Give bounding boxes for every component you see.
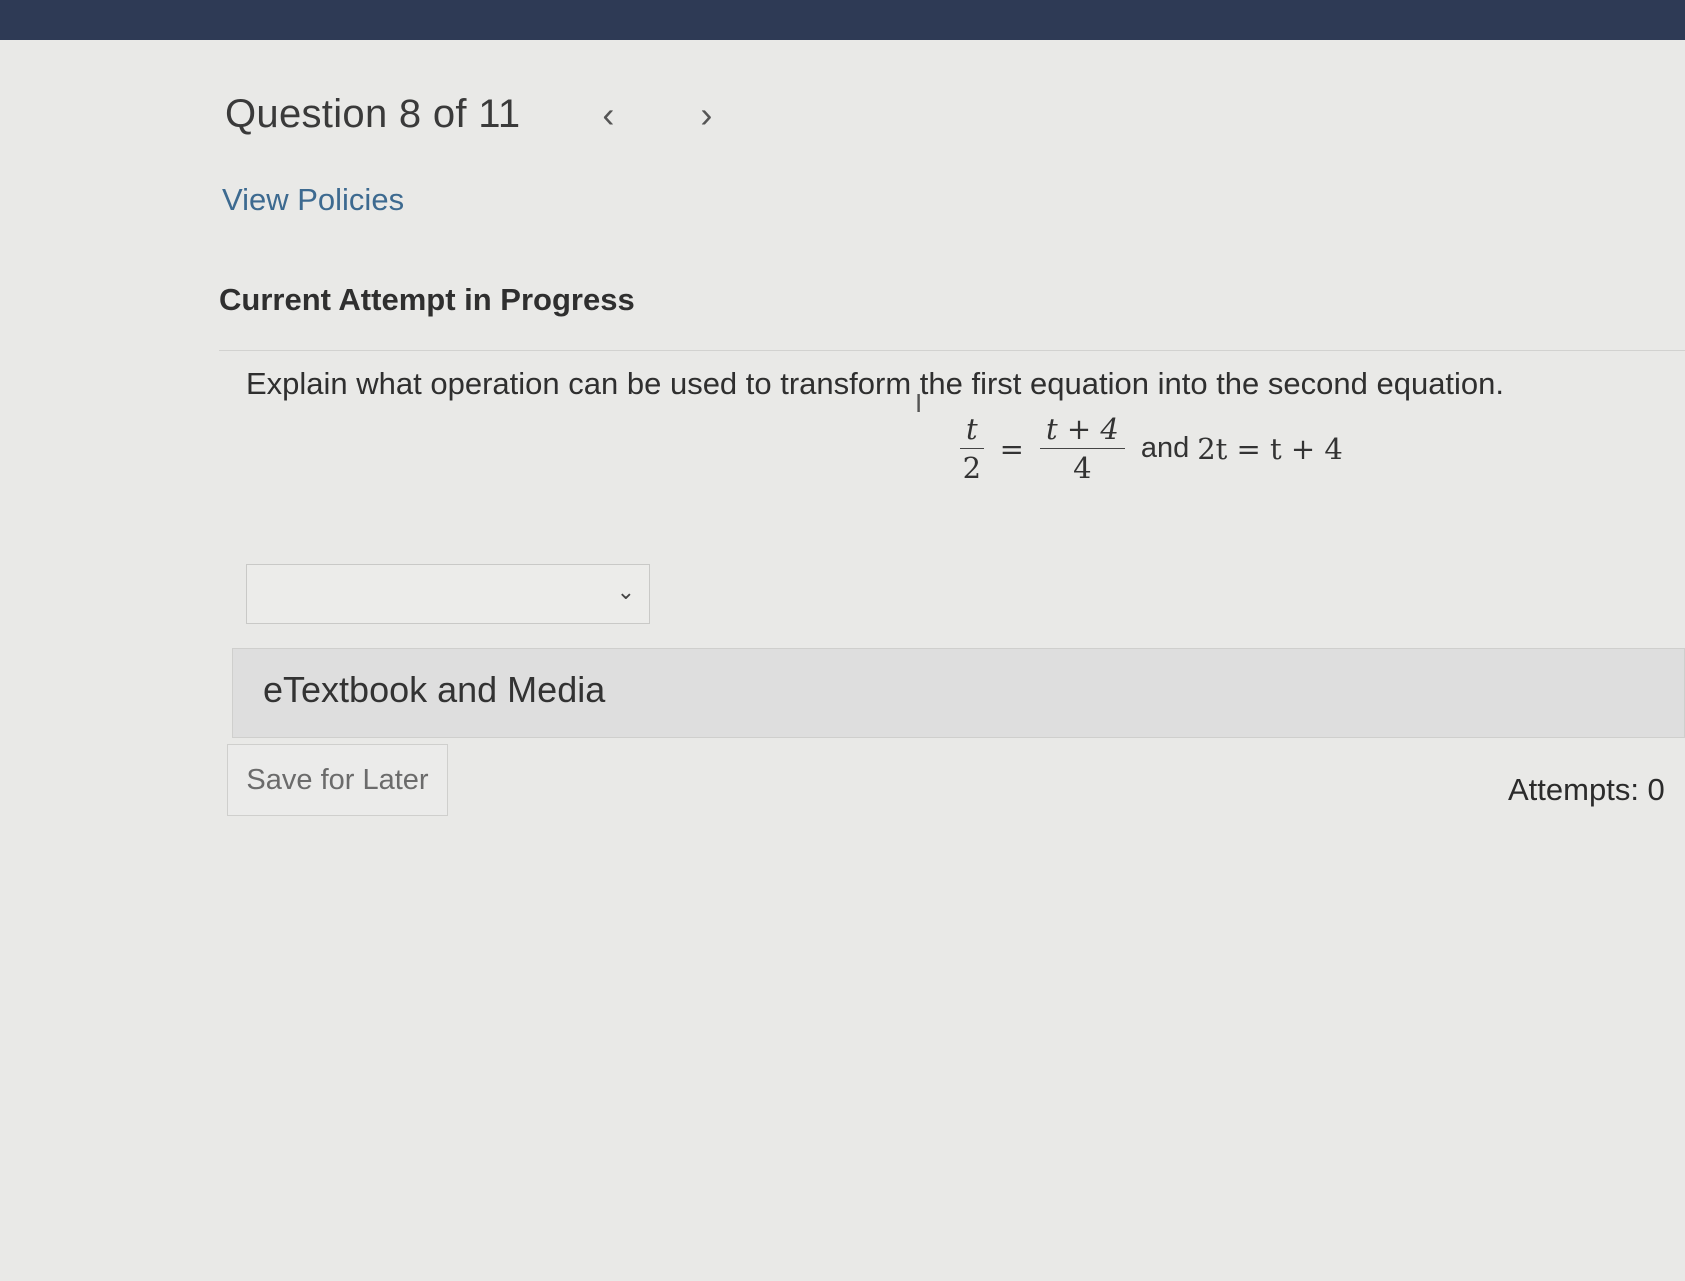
question-header: Question 8 of 11 ‹ › [225,92,726,137]
etextbook-label: eTextbook and Media [263,669,606,710]
etextbook-and-media-panel[interactable]: eTextbook and Media [232,648,1685,738]
chevron-left-icon[interactable]: ‹ [588,94,628,136]
text-cursor-icon: I [915,388,923,418]
question-title: Question 8 of 11 [225,92,521,136]
fraction-denominator: 4 [1073,451,1092,485]
fraction-numerator: t + 4 [1039,412,1125,449]
question-text: Explain what operation can be used to tr… [246,366,1505,401]
view-policies-link[interactable]: View Policies [222,182,404,218]
chevron-right-icon[interactable]: › [686,94,726,136]
fraction-denominator: 2 [962,451,982,485]
save-for-later-button[interactable]: Save for Later [227,744,448,816]
fraction-t-over-2: t 2 [960,412,984,485]
answer-dropdown[interactable]: ⌄ [246,564,650,624]
attempts-counter: Attempts: 0 [1508,772,1665,807]
fraction-t-plus-4-over-4: t + 4 4 [1039,412,1125,485]
attempt-heading: Current Attempt in Progress [219,282,635,317]
second-equation: 2t = t + 4 [1197,431,1343,466]
equation-connector: and [1140,432,1190,464]
divider [219,350,1685,351]
chevron-down-icon: ⌄ [616,579,635,604]
equals-sign: = [999,431,1024,466]
equation: t 2 = t + 4 4 and 2t = t + 4 [952,412,1343,485]
top-bar [0,0,1685,44]
fraction-numerator: t [960,412,984,449]
